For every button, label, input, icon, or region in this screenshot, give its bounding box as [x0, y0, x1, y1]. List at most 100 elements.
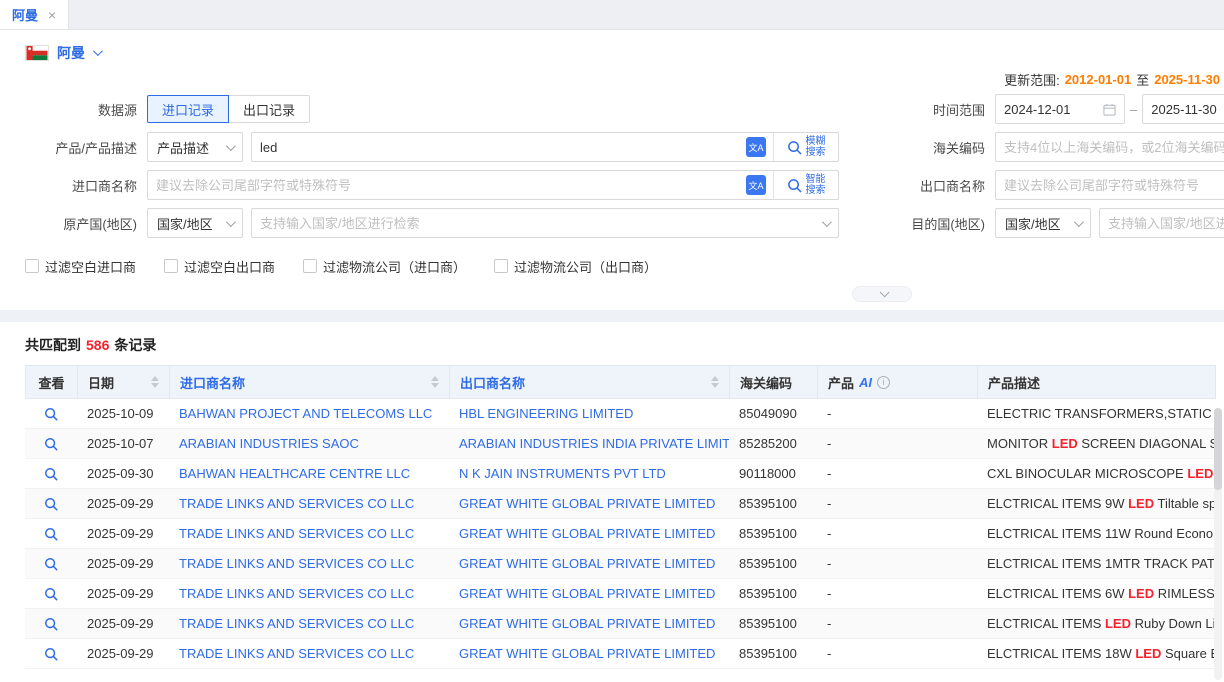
importer-link[interactable]: TRADE LINKS AND SERVICES CO LLC	[169, 556, 449, 571]
data-source-row: 数据源 进口记录 出口记录 时间范围 2024-12-01 – 2025-11-…	[0, 94, 1224, 124]
end-date-input[interactable]: 2025-11-30	[1142, 94, 1224, 124]
dest-country-type-value: 国家/地区	[1005, 214, 1061, 233]
view-detail-button[interactable]	[44, 647, 58, 661]
magnifier-icon	[787, 178, 802, 193]
description-cell: ELCTRICAL ITEMS 11W Round Econo...	[977, 526, 1216, 541]
sort-icon[interactable]	[143, 376, 159, 388]
view-detail-button[interactable]	[44, 467, 58, 481]
importer-link[interactable]: BAHWAN HEALTHCARE CENTRE LLC	[169, 466, 449, 481]
product-type-value: 产品描述	[157, 138, 209, 157]
collapse-filters-button[interactable]	[852, 286, 912, 302]
header-importer[interactable]: 进口商名称	[170, 366, 450, 398]
exporter-link[interactable]: ARABIAN INDUSTRIES INDIA PRIVATE LIMIT..…	[449, 436, 729, 451]
header-date[interactable]: 日期	[78, 366, 170, 398]
country-header: 阿曼	[0, 30, 1224, 64]
view-detail-button[interactable]	[44, 407, 58, 421]
exporter-link[interactable]: GREAT WHITE GLOBAL PRIVATE LIMITED	[449, 646, 729, 661]
country-name[interactable]: 阿曼	[57, 43, 85, 63]
date-cell: 2025-09-29	[77, 646, 169, 661]
date-separator: –	[1130, 102, 1137, 117]
importer-link[interactable]: TRADE LINKS AND SERVICES CO LLC	[169, 586, 449, 601]
magnifier-icon	[44, 557, 58, 571]
importer-link[interactable]: BAHWAN PROJECT AND TELECOMS LLC	[169, 406, 449, 421]
exporter-link[interactable]: GREAT WHITE GLOBAL PRIVATE LIMITED	[449, 496, 729, 511]
filter-checkbox-row: 过滤空白进口商 过滤空白出口商 过滤物流公司（进口商） 过滤物流公司（出口商）	[0, 256, 1224, 276]
exporter-link[interactable]: GREAT WHITE GLOBAL PRIVATE LIMITED	[449, 586, 729, 601]
view-detail-button[interactable]	[44, 587, 58, 601]
tab-bar: 阿曼 ×	[0, 0, 1224, 30]
importer-link[interactable]: ARABIAN INDUSTRIES SAOC	[169, 436, 449, 451]
tab-export-records[interactable]: 出口记录	[228, 95, 310, 123]
filter-logistics-importer-checkbox[interactable]: 过滤物流公司（进口商）	[303, 257, 466, 276]
origin-country-input[interactable]	[252, 209, 822, 237]
translate-icon[interactable]: 文A	[746, 137, 766, 157]
product-cell: -	[817, 556, 977, 571]
time-range-label: 时间范围	[893, 100, 985, 119]
exporter-link[interactable]: GREAT WHITE GLOBAL PRIVATE LIMITED	[449, 526, 729, 541]
dest-country-input[interactable]	[1100, 209, 1224, 237]
product-input[interactable]	[252, 133, 746, 161]
origin-country-type-select[interactable]: 国家/地区	[147, 208, 243, 238]
checkbox-icon	[25, 259, 39, 273]
view-cell	[25, 647, 77, 661]
dest-country-type-select[interactable]: 国家/地区	[995, 208, 1091, 238]
importer-input[interactable]	[148, 171, 746, 199]
importer-link[interactable]: TRADE LINKS AND SERVICES CO LLC	[169, 616, 449, 631]
smart-search-button[interactable]: 智能 搜索	[774, 171, 838, 199]
tab-close-icon[interactable]: ×	[48, 7, 56, 23]
calendar-icon	[1103, 103, 1116, 116]
filter-logistics-exporter-checkbox[interactable]: 过滤物流公司（出口商）	[494, 257, 657, 276]
product-cell: -	[817, 466, 977, 481]
ai-badge: AI	[859, 375, 872, 390]
table-row: 2025-09-29TRADE LINKS AND SERVICES CO LL…	[25, 639, 1216, 669]
sort-icon[interactable]	[703, 376, 719, 388]
start-date-input[interactable]: 2024-12-01	[995, 94, 1125, 124]
view-detail-button[interactable]	[44, 557, 58, 571]
header-product: 产品 AI i	[818, 366, 978, 398]
tab-oman[interactable]: 阿曼 ×	[0, 0, 69, 29]
view-cell	[25, 617, 77, 631]
checkbox-label: 过滤空白出口商	[184, 257, 275, 276]
date-cell: 2025-10-07	[77, 436, 169, 451]
exporter-link[interactable]: N K JAIN INSTRUMENTS PVT LTD	[449, 466, 729, 481]
view-detail-button[interactable]	[44, 437, 58, 451]
translate-icon[interactable]: 文A	[746, 175, 766, 195]
table-row: 2025-10-09BAHWAN PROJECT AND TELECOMS LL…	[25, 399, 1216, 429]
exporter-input[interactable]	[996, 171, 1224, 199]
filter-panel: 更新范围: 2012-01-01 至 2025-11-30 数据源 进口记录 出…	[0, 70, 1224, 302]
hs-code-input[interactable]	[996, 133, 1224, 161]
hs-code-cell: 85395100	[729, 556, 817, 571]
description-cell: ELCTRICAL ITEMS 9W LED Tiltable sp...	[977, 496, 1216, 511]
exporter-link[interactable]: GREAT WHITE GLOBAL PRIVATE LIMITED	[449, 556, 729, 571]
importer-link[interactable]: TRADE LINKS AND SERVICES CO LLC	[169, 646, 449, 661]
exporter-group: 出口商名称	[893, 170, 1224, 200]
start-date-value: 2024-12-01	[1004, 102, 1071, 117]
fuzzy-search-button[interactable]: 模糊 搜索	[774, 133, 838, 161]
view-detail-button[interactable]	[44, 617, 58, 631]
filter-empty-exporter-checkbox[interactable]: 过滤空白出口商	[164, 257, 275, 276]
header-exporter[interactable]: 出口商名称	[450, 366, 730, 398]
scrollbar-thumb[interactable]	[1214, 408, 1222, 490]
checkbox-label: 过滤物流公司（出口商）	[514, 257, 657, 276]
exporter-link[interactable]: HBL ENGINEERING LIMITED	[449, 406, 729, 421]
importer-row: 进口商名称 文A 智能 搜索 出口商名称	[0, 170, 1224, 200]
tab-import-records[interactable]: 进口记录	[147, 95, 229, 123]
view-detail-button[interactable]	[44, 527, 58, 541]
summary-prefix: 共匹配到	[25, 337, 81, 353]
sort-icon[interactable]	[423, 376, 439, 388]
info-icon[interactable]: i	[877, 376, 890, 389]
importer-link[interactable]: TRADE LINKS AND SERVICES CO LLC	[169, 496, 449, 511]
magnifier-icon	[787, 140, 802, 155]
magnifier-icon	[44, 527, 58, 541]
chevron-down-icon[interactable]	[93, 46, 103, 56]
view-detail-button[interactable]	[44, 497, 58, 511]
importer-link[interactable]: TRADE LINKS AND SERVICES CO LLC	[169, 526, 449, 541]
scrollbar[interactable]	[1214, 408, 1222, 680]
filter-empty-importer-checkbox[interactable]: 过滤空白进口商	[25, 257, 136, 276]
hs-code-label: 海关编码	[893, 138, 985, 157]
tab-label: 阿曼	[12, 5, 38, 24]
header-description: 产品描述	[978, 366, 1215, 398]
product-type-select[interactable]: 产品描述	[147, 132, 243, 162]
importer-input-group: 文A 智能 搜索	[147, 170, 839, 200]
exporter-link[interactable]: GREAT WHITE GLOBAL PRIVATE LIMITED	[449, 616, 729, 631]
